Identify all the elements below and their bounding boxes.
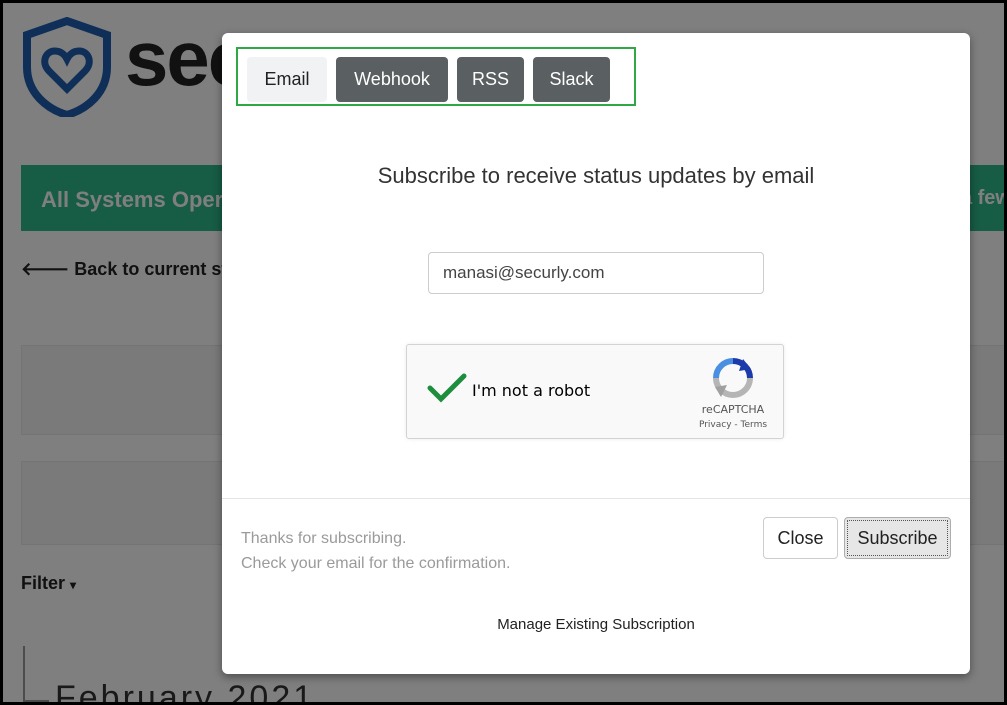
tab-webhook[interactable]: Webhook [336, 57, 448, 102]
subscribe-button[interactable]: Subscribe [844, 517, 951, 559]
tab-rss[interactable]: RSS [457, 57, 524, 102]
footer-divider [222, 498, 970, 499]
thanks-message: Thanks for subscribing. Check your email… [241, 526, 510, 576]
checkmark-icon[interactable] [427, 371, 467, 405]
terms-link[interactable]: Terms [741, 420, 768, 430]
privacy-link[interactable]: Privacy [699, 420, 732, 430]
manage-subscription-link[interactable]: Manage Existing Subscription [222, 616, 970, 633]
recaptcha-brand: reCAPTCHA [701, 403, 765, 416]
browser-frame: secu All Systems Opera a few 🡐 Back to c… [0, 0, 1007, 705]
subscribe-modal: Email Webhook RSS Slack Subscribe to rec… [222, 33, 970, 674]
email-input[interactable] [428, 252, 764, 294]
thanks-line-2: Check your email for the confirmation. [241, 555, 511, 572]
close-button[interactable]: Close [763, 517, 838, 559]
recaptcha-logo-icon [713, 358, 753, 398]
thanks-line-1: Thanks for subscribing. [241, 530, 407, 547]
recaptcha-links: Privacy - Terms [683, 420, 783, 430]
recaptcha-widget[interactable]: I'm not a robot reCAPTCHA Privacy - Term… [406, 344, 784, 439]
tab-email[interactable]: Email [247, 57, 327, 102]
modal-title: Subscribe to receive status updates by e… [377, 163, 815, 188]
tab-slack[interactable]: Slack [533, 57, 610, 102]
recaptcha-label: I'm not a robot [472, 381, 591, 400]
links-separator: - [734, 420, 738, 430]
